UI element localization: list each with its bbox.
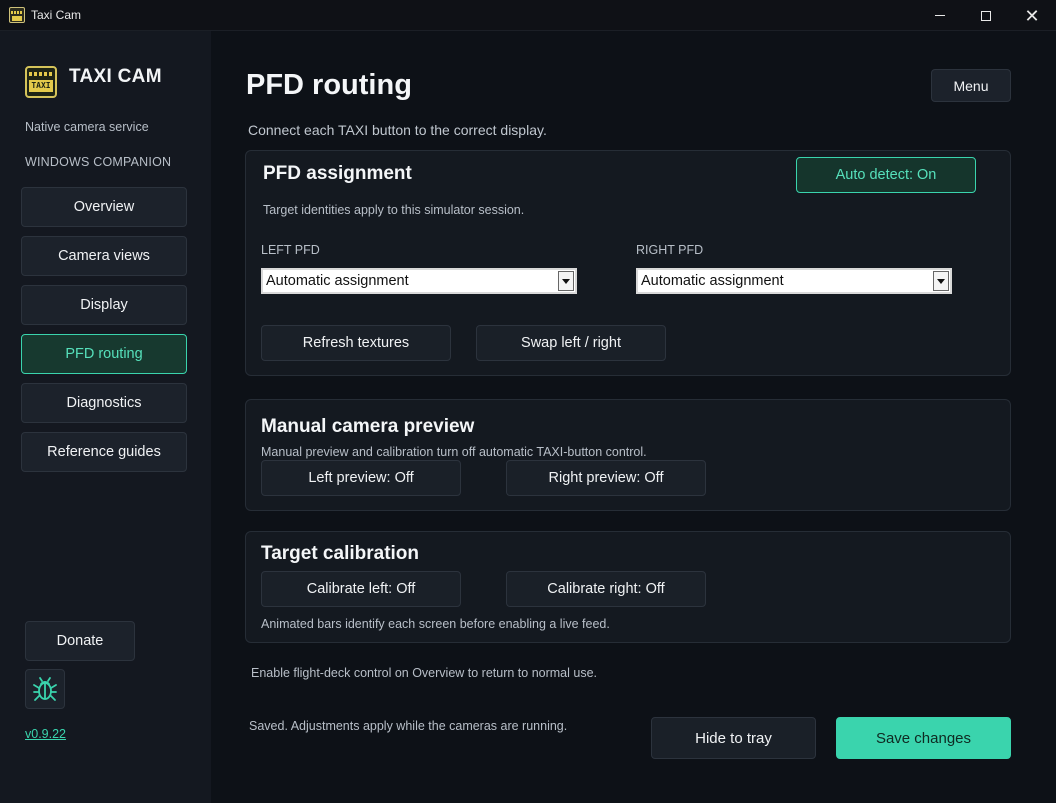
chevron-down-icon [933, 271, 949, 291]
sidebar-item-reference-guides[interactable]: Reference guides [21, 432, 187, 472]
calibrate-right-toggle[interactable]: Calibrate right: Off [506, 571, 706, 607]
title-bar: Taxi Cam ✕ [0, 0, 1056, 31]
main-panel: PFD routing Menu Connect each TAXI butto… [211, 31, 1056, 803]
right-pfd-value: Automatic assignment [641, 273, 784, 289]
manual-preview-card: Manual camera preview Manual preview and… [245, 399, 1011, 511]
pfd-assignment-card: PFD assignment Auto detect: On Target id… [245, 150, 1011, 376]
pfd-assignment-note: Target identities apply to this simulato… [263, 203, 525, 217]
right-preview-toggle[interactable]: Right preview: Off [506, 460, 706, 496]
page-title: PFD routing [246, 69, 412, 101]
right-pfd-select[interactable]: Automatic assignment [636, 268, 952, 294]
right-pfd-label: RIGHT PFD [636, 243, 704, 257]
taxi-app-icon [9, 7, 25, 23]
logo-text: TAXI [29, 80, 53, 92]
pfd-assignment-title: PFD assignment [263, 163, 412, 184]
minimize-icon [935, 15, 945, 16]
refresh-textures-button[interactable]: Refresh textures [261, 325, 451, 361]
tagline: Native camera service [25, 120, 149, 134]
page-subtitle: Connect each TAXI button to the correct … [248, 122, 547, 138]
version-link[interactable]: v0.9.22 [25, 727, 66, 741]
calibrate-left-toggle[interactable]: Calibrate left: Off [261, 571, 461, 607]
window-title: Taxi Cam [31, 8, 82, 22]
bug-report-button[interactable] [25, 669, 65, 709]
donate-button[interactable]: Donate [25, 621, 135, 661]
sidebar: TAXI TAXI CAM Native camera service WIND… [0, 31, 211, 803]
manual-preview-note: Manual preview and calibration turn off … [261, 445, 647, 459]
minimize-button[interactable] [917, 0, 963, 31]
left-pfd-select[interactable]: Automatic assignment [261, 268, 577, 294]
close-button[interactable]: ✕ [1009, 0, 1055, 31]
sidebar-item-display[interactable]: Display [21, 285, 187, 325]
footer-note: Enable flight-deck control on Overview t… [251, 666, 598, 680]
calibration-note: Animated bars identify each screen befor… [261, 617, 610, 631]
menu-button[interactable]: Menu [931, 69, 1011, 102]
manual-preview-title: Manual camera preview [261, 416, 475, 437]
left-pfd-value: Automatic assignment [266, 273, 409, 289]
maximize-button[interactable] [963, 0, 1009, 31]
section-label: WINDOWS COMPANION [25, 155, 172, 169]
brand-name: TAXI CAM [69, 66, 162, 87]
left-pfd-label: LEFT PFD [261, 243, 320, 257]
swap-left-right-button[interactable]: Swap left / right [476, 325, 666, 361]
save-changes-button[interactable]: Save changes [836, 717, 1011, 759]
sidebar-item-pfd-routing[interactable]: PFD routing [21, 334, 187, 374]
maximize-icon [981, 10, 991, 21]
hide-to-tray-button[interactable]: Hide to tray [651, 717, 816, 759]
calibration-title: Target calibration [261, 543, 420, 564]
close-icon: ✕ [1024, 5, 1040, 26]
taxi-logo-icon: TAXI [25, 66, 57, 98]
save-status: Saved. Adjustments apply while the camer… [249, 719, 568, 733]
auto-detect-toggle[interactable]: Auto detect: On [796, 157, 976, 193]
left-preview-toggle[interactable]: Left preview: Off [261, 460, 461, 496]
sidebar-item-diagnostics[interactable]: Diagnostics [21, 383, 187, 423]
sidebar-item-camera-views[interactable]: Camera views [21, 236, 187, 276]
chevron-down-icon [558, 271, 574, 291]
bug-icon [33, 677, 57, 701]
sidebar-item-overview[interactable]: Overview [21, 187, 187, 227]
calibration-card: Target calibration Calibrate left: Off C… [245, 531, 1011, 643]
